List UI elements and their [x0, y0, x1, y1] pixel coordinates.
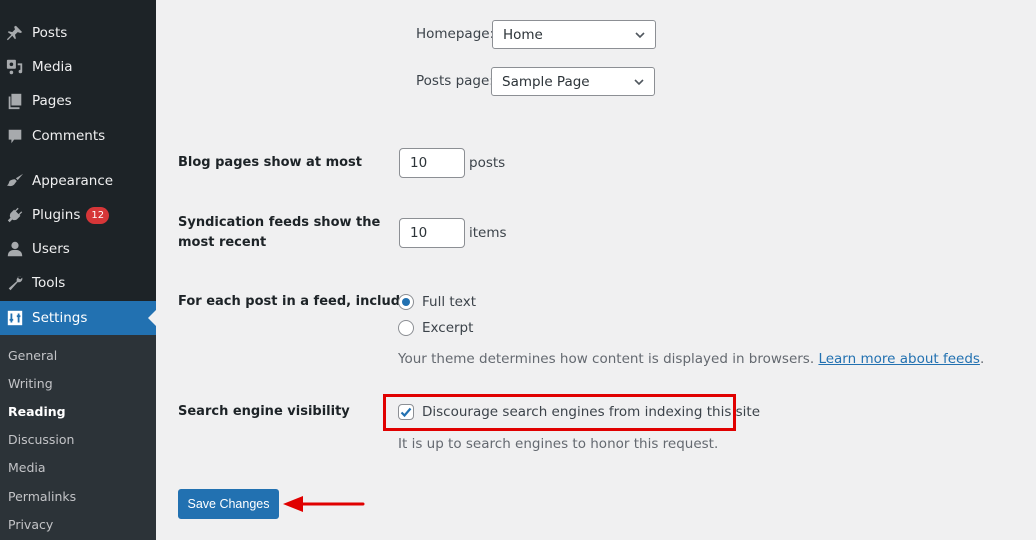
discourage-search-checkbox[interactable]: [398, 404, 414, 420]
search-visibility-description: It is up to search engines to honor this…: [398, 436, 719, 452]
syndication-label-line1: Syndication feeds show the: [178, 215, 381, 230]
feed-description: Your theme determines how content is dis…: [398, 351, 985, 367]
submenu-item-discussion[interactable]: Discussion: [8, 432, 74, 447]
sidebar-item-label: Tools: [32, 275, 66, 291]
homepage-label: Homepage:: [416, 26, 495, 42]
user-icon: [5, 239, 25, 259]
excerpt-label[interactable]: Excerpt: [422, 320, 473, 336]
media-icon: [5, 57, 25, 77]
sidebar-item-label: Users: [32, 241, 70, 257]
sidebar-item-posts[interactable]: Posts: [0, 16, 156, 50]
full-text-label[interactable]: Full text: [422, 294, 476, 310]
paintbrush-icon: [5, 171, 25, 191]
sidebar-item-label: Settings: [32, 310, 88, 326]
sidebar-item-label: Media: [32, 59, 73, 75]
plugin-icon: [5, 205, 25, 225]
sidebar-item-plugins[interactable]: Plugins 12: [0, 198, 156, 232]
settings-sliders-icon: [5, 308, 25, 328]
submenu-item-media[interactable]: Media: [8, 460, 46, 475]
sidebar-item-label: Posts: [32, 25, 68, 41]
chevron-down-icon: [634, 79, 644, 86]
submenu-item-general[interactable]: General: [8, 348, 57, 363]
sidebar-item-users[interactable]: Users: [0, 232, 156, 266]
excerpt-radio[interactable]: [398, 320, 414, 336]
items-unit-label: items: [469, 225, 507, 241]
posts-page-label: Posts page:: [416, 73, 494, 89]
sidebar-item-label: Comments: [32, 128, 106, 144]
blog-pages-label: Blog pages show at most: [178, 155, 362, 170]
submenu-item-writing[interactable]: Writing: [8, 376, 53, 391]
sidebar-item-label: Appearance: [32, 173, 114, 189]
wrench-icon: [5, 273, 25, 293]
posts-per-page-input[interactable]: 10: [399, 148, 465, 178]
homepage-select[interactable]: Home: [492, 20, 656, 49]
posts-unit-label: posts: [469, 155, 506, 171]
syndication-label-line2: most recent: [178, 235, 267, 250]
posts-per-rss-input[interactable]: 10: [399, 218, 465, 248]
save-changes-button[interactable]: Save Changes: [178, 489, 279, 519]
sidebar-item-label: Plugins: [32, 207, 81, 223]
pages-icon: [5, 91, 25, 111]
comment-icon: [5, 126, 25, 146]
sidebar-item-pages[interactable]: Pages: [0, 84, 156, 118]
checkmark-icon: [400, 407, 412, 418]
settings-submenu: General Writing Reading Discussion Media…: [0, 335, 156, 540]
search-visibility-label: Search engine visibility: [178, 404, 350, 419]
plugin-update-count-badge: 12: [86, 206, 110, 224]
chevron-down-icon: [635, 32, 645, 39]
submenu-item-reading[interactable]: Reading: [8, 404, 66, 419]
homepage-selected-value: Home: [503, 26, 543, 43]
submenu-item-permalinks[interactable]: Permalinks: [8, 489, 76, 504]
pushpin-icon: [5, 23, 25, 43]
submenu-item-privacy[interactable]: Privacy: [8, 517, 53, 532]
posts-page-selected-value: Sample Page: [502, 73, 590, 90]
learn-more-feeds-link[interactable]: Learn more about feeds: [818, 351, 980, 367]
sidebar-item-settings[interactable]: Settings: [0, 301, 156, 335]
sidebar-item-media[interactable]: Media: [0, 50, 156, 84]
feed-include-label: For each post in a feed, include: [178, 294, 409, 309]
sidebar-item-tools[interactable]: Tools: [0, 266, 156, 300]
full-text-radio[interactable]: [398, 294, 414, 310]
sidebar-item-label: Pages: [32, 93, 72, 109]
discourage-search-label[interactable]: Discourage search engines from indexing …: [422, 404, 760, 420]
sidebar-item-comments[interactable]: Comments: [0, 119, 156, 153]
posts-page-select[interactable]: Sample Page: [491, 67, 655, 96]
sidebar-item-appearance[interactable]: Appearance: [0, 164, 156, 198]
annotation-arrow-icon: [283, 496, 365, 512]
